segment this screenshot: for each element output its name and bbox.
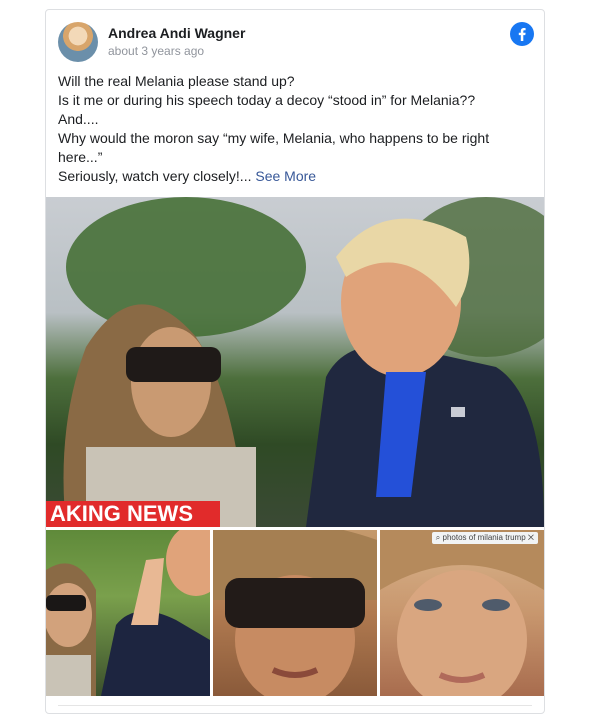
avatar[interactable] xyxy=(58,22,98,62)
search-chip: ⌕ photos of milania trump ✕ xyxy=(431,532,538,544)
post-line: Will the real Melania please stand up? xyxy=(58,73,295,89)
thumbnail-image[interactable] xyxy=(213,530,377,696)
post-header: Andrea Andi Wagner about 3 years ago xyxy=(58,22,534,66)
thumbnail-strip: ⌕ photos of milania trump ✕ xyxy=(46,530,544,696)
post-line: Is it me or during his speech today a de… xyxy=(58,92,476,108)
search-chip-text: photos of milania trump xyxy=(442,533,526,542)
author-name[interactable]: Andrea Andi Wagner xyxy=(108,25,245,41)
main-photo[interactable]: AKING NEWS xyxy=(46,197,544,527)
post-card: Andrea Andi Wagner about 3 years ago Wil… xyxy=(45,9,545,714)
post-line: Why would the moron say “my wife, Melani… xyxy=(58,130,490,165)
see-more-link[interactable]: See More xyxy=(255,168,316,184)
post-line-last: Seriously, watch very closely!... See Mo… xyxy=(58,167,528,186)
thumbnail-image[interactable]: ⌕ photos of milania trump ✕ xyxy=(380,530,544,696)
post-line: Seriously, watch very closely!... xyxy=(58,168,252,184)
search-icon: ⌕ xyxy=(435,533,441,542)
facebook-icon[interactable] xyxy=(510,22,534,46)
post-timestamp[interactable]: about 3 years ago xyxy=(108,44,204,58)
thumbnail-image[interactable] xyxy=(46,530,210,696)
post-line: And.... xyxy=(58,111,99,127)
divider xyxy=(58,705,532,706)
breaking-news-banner: AKING NEWS xyxy=(46,501,220,527)
post-text: Will the real Melania please stand up? I… xyxy=(58,72,528,186)
close-icon: ✕ xyxy=(527,533,534,542)
